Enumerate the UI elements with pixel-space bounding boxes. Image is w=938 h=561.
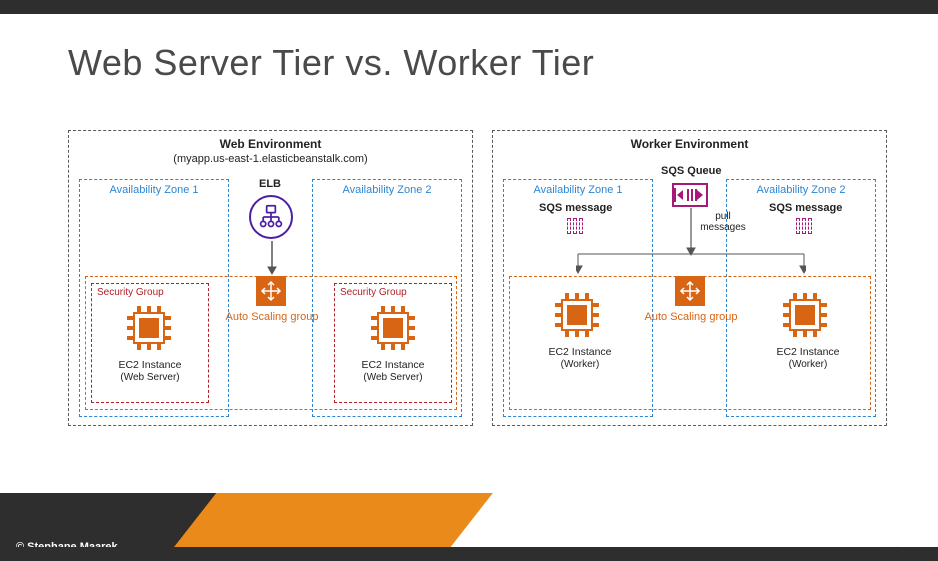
sqs-queue-icon xyxy=(672,183,708,207)
sqs-message-icon xyxy=(796,218,816,234)
web-asg-label: Auto Scaling group xyxy=(217,311,327,323)
web-az2-label: Availability Zone 2 xyxy=(313,184,461,196)
worker-az1-label: Availability Zone 1 xyxy=(504,184,652,196)
web-ec2-2-label: EC2 Instance (Web Server) xyxy=(334,359,452,383)
ec2-icon xyxy=(371,306,415,350)
worker-environment-box: Worker Environment Availability Zone 1 A… xyxy=(492,130,887,426)
web-ec2-1-label: EC2 Instance (Web Server) xyxy=(91,359,209,383)
web-environment-box: Web Environment (myapp.us-east-1.elastic… xyxy=(68,130,473,426)
worker-env-header: Worker Environment xyxy=(493,131,886,151)
web-sg2-label: Security Group xyxy=(340,287,407,298)
web-env-header: Web Environment (myapp.us-east-1.elastic… xyxy=(69,131,472,165)
asg-icon xyxy=(256,276,286,306)
elb-label: ELB xyxy=(259,178,281,190)
sqs-msg-right-label: SQS message xyxy=(769,202,842,214)
worker-env-title: Worker Environment xyxy=(631,137,749,151)
web-env-subtitle: (myapp.us-east-1.elasticbeanstalk.com) xyxy=(173,153,367,165)
worker-ec2-2-label: EC2 Instance (Worker) xyxy=(749,346,867,370)
asg-icon xyxy=(675,276,705,306)
web-env-title: Web Environment xyxy=(220,137,322,151)
bottom-bar xyxy=(0,547,938,561)
page-title: Web Server Tier vs. Worker Tier xyxy=(68,42,594,84)
worker-ec2-1-label: EC2 Instance (Worker) xyxy=(521,346,639,370)
sqs-message-icon xyxy=(567,218,587,234)
elb-icon xyxy=(249,195,293,239)
sqs-msg-left-label: SQS message xyxy=(539,202,612,214)
web-sg1-label: Security Group xyxy=(97,287,164,298)
ec2-icon xyxy=(127,306,171,350)
footer-band xyxy=(0,493,938,547)
web-az1-label: Availability Zone 1 xyxy=(80,184,228,196)
pull-messages-label: pull messages xyxy=(693,211,753,233)
sqs-queue-label: SQS Queue xyxy=(661,165,722,177)
ec2-icon xyxy=(783,293,827,337)
arrow-elb-to-asg xyxy=(266,241,278,275)
worker-az2-label: Availability Zone 2 xyxy=(727,184,875,196)
ec2-icon xyxy=(555,293,599,337)
worker-asg-label: Auto Scaling group xyxy=(636,311,746,323)
arrow-fanout xyxy=(576,234,806,274)
top-bar xyxy=(0,0,938,14)
